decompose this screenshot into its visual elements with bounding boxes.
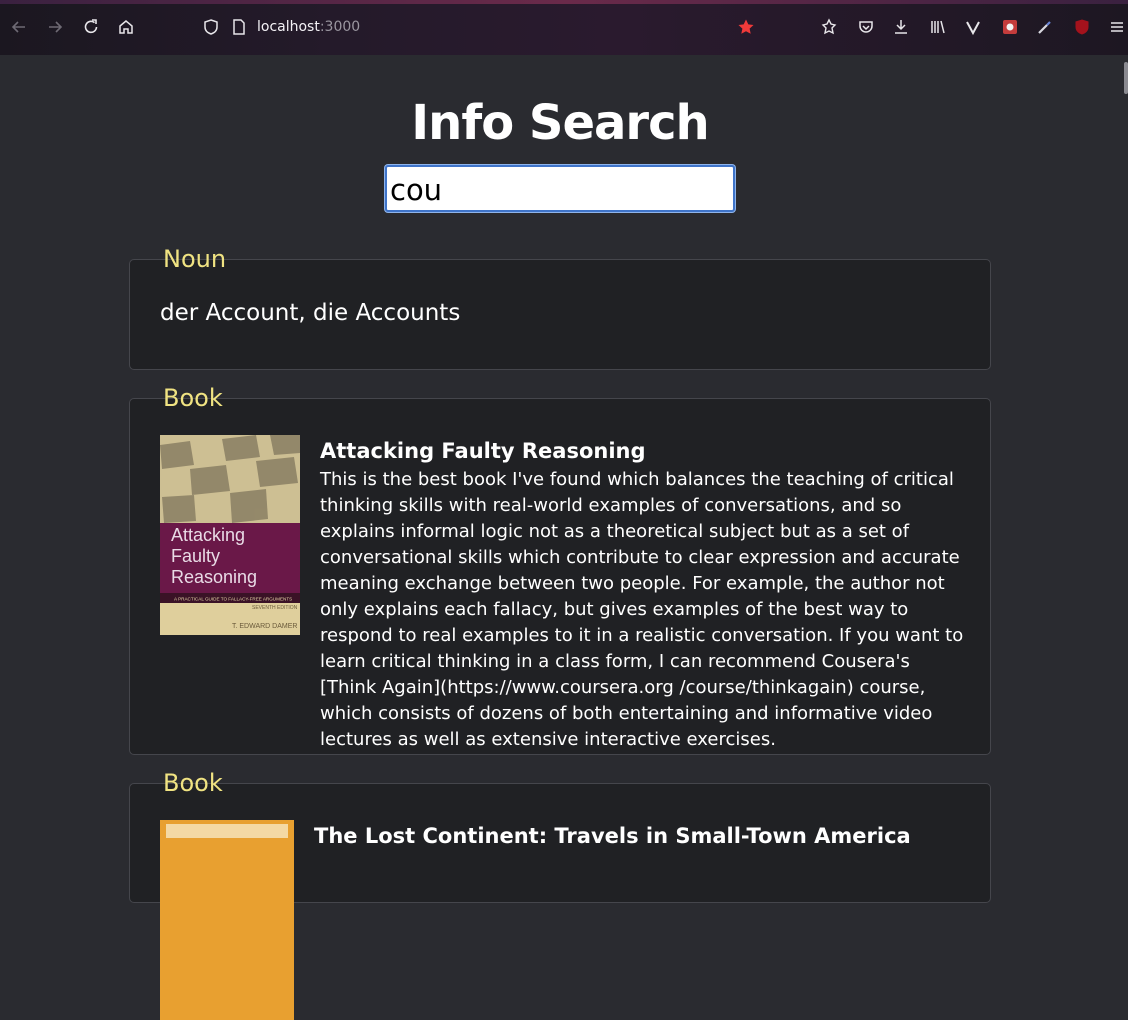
cover-edition: SEVENTH EDITION <box>252 605 298 611</box>
book-description: This is the best book I've found which b… <box>320 469 964 750</box>
cover-title-line2: Faulty <box>171 546 220 566</box>
search-input[interactable] <box>387 167 733 210</box>
book-title: The Lost Continent: Travels in Small-Tow… <box>314 824 911 848</box>
scrollbar-thumb[interactable] <box>1124 62 1128 94</box>
cover-title-line3: Reasoning <box>171 567 257 587</box>
extension-red-icon[interactable] <box>999 16 1021 38</box>
url-bar[interactable]: localhost:3000 <box>257 19 360 35</box>
forward-icon[interactable] <box>44 16 66 38</box>
reload-icon[interactable] <box>80 16 102 38</box>
search-box[interactable] <box>385 165 735 212</box>
page-icon[interactable] <box>228 16 250 38</box>
cover-title-line1: Attacking <box>171 525 245 545</box>
library-icon[interactable] <box>927 16 949 38</box>
url-host: localhost <box>257 19 320 35</box>
extension-icon[interactable] <box>818 16 840 38</box>
shield-icon[interactable] <box>200 16 222 38</box>
result-card-noun: Noun der Account, die Accounts <box>129 245 991 370</box>
card-legend: Book <box>163 769 223 797</box>
scrollbar-track[interactable] <box>1120 55 1128 836</box>
star-icon[interactable] <box>735 16 757 38</box>
menu-icon[interactable] <box>1106 16 1128 38</box>
back-icon[interactable] <box>8 16 30 38</box>
url-port: :3000 <box>319 19 361 35</box>
result-card-book: Book The Lost Continent: Travels in Smal… <box>129 769 991 1020</box>
home-icon[interactable] <box>115 16 137 38</box>
eyedropper-icon[interactable] <box>1034 16 1056 38</box>
book-title: Attacking Faulty Reasoning <box>320 439 646 463</box>
vivaldi-icon[interactable] <box>962 16 984 38</box>
browser-toolbar: localhost:3000 <box>0 0 1128 55</box>
noun-forms: der Account, die Accounts <box>160 300 461 326</box>
card-legend: Noun <box>163 245 227 273</box>
book-cover-image <box>160 820 294 1020</box>
card-legend: Book <box>163 384 223 412</box>
cover-subtitle: A PRACTICAL GUIDE TO FALLACY-FREE ARGUME… <box>174 597 292 602</box>
download-icon[interactable] <box>890 16 912 38</box>
pocket-icon[interactable] <box>855 16 877 38</box>
result-card-book: Book Attacking Faulty Reasoning A PRACTI… <box>129 384 991 755</box>
cover-author: T. EDWARD DAMER <box>232 623 297 630</box>
page-title: Info Search <box>411 95 709 151</box>
ublock-icon[interactable] <box>1071 16 1093 38</box>
book-cover-image: Attacking Faulty Reasoning A PRACTICAL G… <box>160 435 300 635</box>
